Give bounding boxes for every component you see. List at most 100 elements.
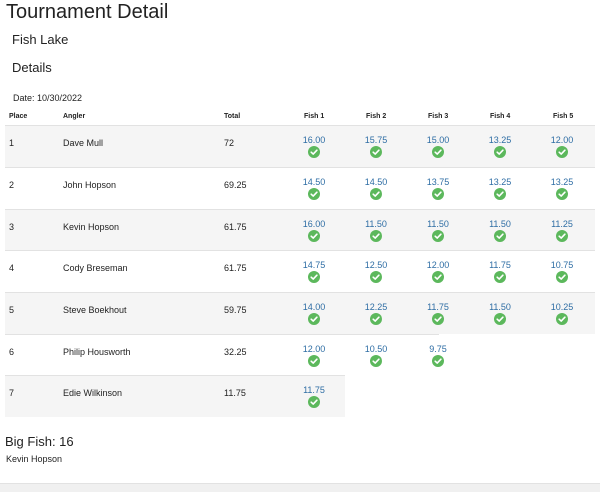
fish-weight-link[interactable]: 10.50: [346, 344, 406, 354]
fish-weight-link[interactable]: 11.50: [470, 219, 530, 229]
row-angler: John Hopson: [63, 180, 117, 190]
check-circle-icon: [494, 188, 506, 200]
check-circle-icon: [432, 230, 444, 242]
table-row: 1 Dave Mull 72 16.00 15.75 15.00 13.25 12.00: [5, 125, 595, 167]
row-total: 32.25: [224, 347, 247, 357]
fish-5-cell: 10.25: [532, 302, 592, 330]
row-angler: Steve Boekhout: [63, 305, 127, 315]
fish-5-cell: 12.00: [532, 135, 592, 163]
check-circle-icon: [308, 188, 320, 200]
check-circle-icon: [494, 230, 506, 242]
fish-5-cell: 13.25: [532, 177, 592, 205]
row-angler: Philip Housworth: [63, 347, 131, 357]
column-header-fish-5: Fish 5: [553, 113, 574, 120]
row-place: 4: [9, 263, 15, 273]
row-place: 7: [9, 388, 15, 398]
fish-weight-link[interactable]: 12.50: [346, 260, 406, 270]
fish-weight-link[interactable]: 13.25: [470, 177, 530, 187]
fish-1-cell: 14.50: [284, 177, 344, 205]
check-circle-icon: [308, 355, 320, 367]
fish-2-cell: 12.25: [346, 302, 406, 330]
fish-weight-link[interactable]: 12.00: [408, 260, 468, 270]
fish-weight-link[interactable]: 11.50: [408, 219, 468, 229]
fish-weight-link[interactable]: 11.75: [408, 302, 468, 312]
fish-weight-link[interactable]: 12.00: [284, 344, 344, 354]
fish-3-cell: 12.00: [408, 260, 468, 288]
row-angler: Edie Wilkinson: [63, 388, 123, 398]
row-angler: Kevin Hopson: [63, 222, 120, 232]
section-heading: Details: [12, 60, 52, 75]
row-angler: Cody Breseman: [63, 263, 128, 273]
lake-name: Fish Lake: [12, 32, 69, 47]
fish-1-cell: 14.75: [284, 260, 344, 288]
fish-weight-link[interactable]: 9.75: [408, 344, 468, 354]
check-circle-icon: [308, 271, 320, 283]
fish-weight-link[interactable]: 11.75: [470, 260, 530, 270]
check-circle-icon: [308, 313, 320, 325]
table-row: 6 Philip Housworth 32.25 12.00 10.50 9.75: [5, 334, 447, 376]
row-place: 5: [9, 305, 15, 315]
fish-weight-link[interactable]: 15.00: [408, 135, 468, 145]
fish-weight-link[interactable]: 13.75: [408, 177, 468, 187]
column-header-angler: Angler: [63, 113, 86, 120]
fish-weight-link[interactable]: 10.25: [532, 302, 592, 312]
fish-2-cell: 12.50: [346, 260, 406, 288]
column-header-total: Total: [224, 113, 241, 120]
fish-weight-link[interactable]: 16.00: [284, 219, 344, 229]
column-header-fish-1: Fish 1: [304, 113, 325, 120]
fish-2-cell: 15.75: [346, 135, 406, 163]
table-row: 7 Edie Wilkinson 11.75 11.75: [5, 375, 345, 417]
fish-4-cell: 13.25: [470, 135, 530, 163]
row-total: 59.75: [224, 305, 247, 315]
fish-weight-link[interactable]: 11.25: [532, 219, 592, 229]
fish-weight-link[interactable]: 12.25: [346, 302, 406, 312]
fish-4-cell: 11.50: [470, 219, 530, 247]
big-fish-angler: Kevin Hopson: [6, 454, 63, 464]
fish-weight-link[interactable]: 14.00: [284, 302, 344, 312]
check-circle-icon: [370, 230, 382, 242]
tournament-date: Date: 10/30/2022: [13, 93, 83, 103]
fish-4-cell: 13.25: [470, 177, 530, 205]
fish-weight-link[interactable]: 12.00: [532, 135, 592, 145]
fish-weight-link[interactable]: 14.50: [346, 177, 406, 187]
row-total: 11.75: [224, 388, 246, 398]
fish-weight-link[interactable]: 14.75: [284, 260, 344, 270]
column-header-fish-3: Fish 3: [428, 113, 449, 120]
fish-weight-link[interactable]: 11.75: [284, 385, 344, 395]
check-circle-icon: [370, 271, 382, 283]
column-header-fish-4: Fish 4: [490, 113, 511, 120]
row-total: 61.75: [224, 263, 247, 273]
check-circle-icon: [556, 271, 568, 283]
row-angler: Dave Mull: [63, 138, 104, 148]
table-row: 2 John Hopson 69.25 14.50 14.50 13.75 13.25 13.…: [5, 167, 595, 209]
check-circle-icon: [432, 313, 444, 325]
fish-weight-link[interactable]: 15.75: [346, 135, 406, 145]
check-circle-icon: [308, 230, 320, 242]
check-circle-icon: [432, 271, 444, 283]
check-circle-icon: [370, 146, 382, 158]
fish-2-cell: 10.50: [346, 344, 406, 372]
fish-weight-link[interactable]: 14.50: [284, 177, 344, 187]
fish-1-cell: 16.00: [284, 219, 344, 247]
fish-weight-link[interactable]: 13.25: [470, 135, 530, 145]
fish-1-cell: 16.00: [284, 135, 344, 163]
table-row: 4 Cody Breseman 61.75 14.75 12.50 12.00 11.75 1…: [5, 250, 595, 292]
fish-weight-link[interactable]: 11.50: [470, 302, 530, 312]
fish-weight-link[interactable]: 11.50: [346, 219, 406, 229]
check-circle-icon: [494, 146, 506, 158]
fish-3-cell: 13.75: [408, 177, 468, 205]
fish-3-cell: 11.50: [408, 219, 468, 247]
fish-3-cell: 9.75: [408, 344, 468, 372]
check-circle-icon: [556, 146, 568, 158]
check-circle-icon: [370, 355, 382, 367]
fish-weight-link[interactable]: 13.25: [532, 177, 592, 187]
check-circle-icon: [432, 146, 444, 158]
fish-1-cell: 11.75: [284, 385, 344, 413]
fish-4-cell: 11.50: [470, 302, 530, 330]
fish-weight-link[interactable]: 16.00: [284, 135, 344, 145]
fish-weight-link[interactable]: 10.75: [532, 260, 592, 270]
check-circle-icon: [370, 188, 382, 200]
check-circle-icon: [556, 313, 568, 325]
row-place: 1: [9, 138, 15, 148]
check-circle-icon: [494, 313, 506, 325]
